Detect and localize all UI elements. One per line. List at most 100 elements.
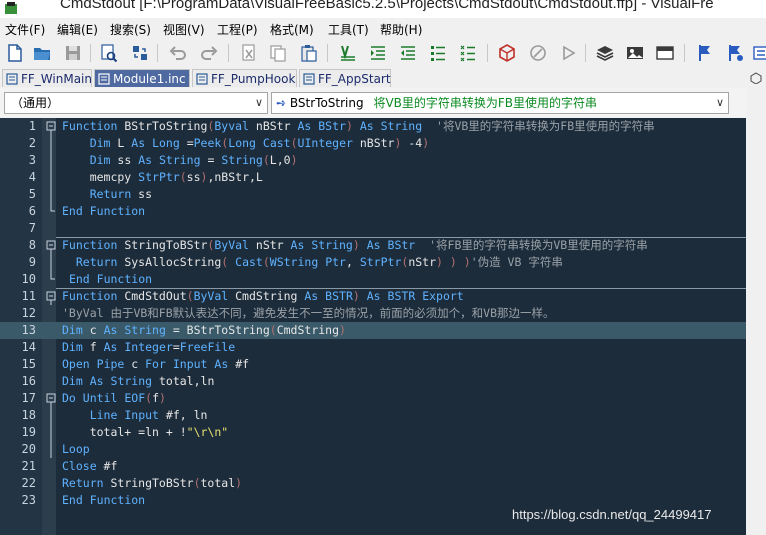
procedure-dropdown[interactable]: ➺ BStrToString 将VB里的字符串转换为FB里使用的字符串 ∨ [271, 92, 729, 114]
code-text[interactable]: Close #f [62, 458, 117, 475]
image-icon[interactable] [624, 42, 646, 64]
tab-ff-winmain[interactable]: FF_WinMain [2, 69, 92, 87]
code-text[interactable]: Dim c As String = BStrToString(CmdString… [62, 322, 346, 339]
align-icon[interactable] [337, 42, 359, 64]
menu-help[interactable]: 帮助(H) [380, 21, 422, 38]
code-line[interactable]: 13 Dim c As String = BStrToString(CmdStri… [0, 322, 746, 339]
code-text[interactable]: Dim ss As String = String(L,0) [62, 152, 298, 169]
code-text[interactable]: Return SysAllocString( Cast(WString Ptr,… [62, 254, 563, 271]
code-text[interactable]: Function CmdStdOut(ByVal CmdString As BS… [62, 288, 464, 305]
code-text[interactable]: Dim f As Integer=FreeFile [62, 339, 235, 356]
line-number: 22 [21, 476, 36, 490]
undo-icon[interactable] [167, 42, 189, 64]
code-line[interactable]: 18 Line Input #f, ln [0, 407, 746, 424]
fold-toggle-icon[interactable] [46, 118, 56, 135]
code-line[interactable]: 8 Function StringToBStr(ByVal nStr As Str… [0, 237, 746, 254]
code-line[interactable]: 15 Open Pipe c For Input As #f [0, 356, 746, 373]
code-line[interactable]: 10 End Function [0, 271, 746, 288]
line-number: 17 [21, 391, 36, 405]
menu-tools[interactable]: 工具(T) [328, 21, 369, 38]
line-number: 4 [28, 170, 36, 184]
chevron-down-icon[interactable]: ∨ [255, 93, 263, 113]
indent-icon[interactable] [367, 42, 389, 64]
object-dropdown[interactable]: （通用） ∨ [4, 92, 268, 114]
code-text[interactable]: Return StringToBStr(total) [62, 475, 242, 492]
code-line[interactable]: 2 Dim L As Long =Peek(Long Cast(UInteger… [0, 135, 746, 152]
code-line[interactable]: 1 Function BStrToString(Byval nBStr As BS… [0, 118, 746, 135]
code-text[interactable]: total+ =ln + !"\r\n" [62, 424, 228, 441]
code-editor[interactable]: 1 Function BStrToString(Byval nBStr As BS… [0, 118, 746, 535]
find-icon[interactable] [98, 42, 120, 64]
code-text[interactable]: Dim As String total,ln [62, 373, 214, 390]
code-line[interactable]: 3 Dim ss As String = String(L,0) [0, 152, 746, 169]
layers-icon[interactable] [594, 42, 616, 64]
list-icon[interactable] [427, 42, 449, 64]
code-text[interactable]: End Function [62, 203, 145, 220]
code-text[interactable]: End Function [62, 492, 145, 509]
code-line[interactable]: 11 Function CmdStdOut(ByVal CmdString As … [0, 288, 746, 305]
code-line[interactable]: 17 Do Until EOF(f) [0, 390, 746, 407]
code-text[interactable]: Return ss [62, 186, 152, 203]
code-line[interactable]: 14 Dim f As Integer=FreeFile [0, 339, 746, 356]
code-text[interactable]: Do Until EOF(f) [62, 390, 166, 407]
code-text[interactable]: 'ByVal 由于VB和FB默认表达不同，避免发生不一至的情况，前面的必须加个，… [62, 305, 555, 322]
open-folder-icon[interactable] [31, 42, 53, 64]
new-file-icon[interactable] [4, 42, 26, 64]
code-text[interactable]: memcpy StrPtr(ss),nBStr,L [62, 169, 263, 186]
menu-view[interactable]: 视图(V) [163, 21, 205, 38]
fold-guide [46, 186, 56, 203]
tab-ff-appstart[interactable]: FF_AppStart [299, 69, 391, 87]
code-line[interactable]: 6 End Function [0, 203, 746, 220]
outdent-icon[interactable] [397, 42, 419, 64]
chevron-down-icon[interactable]: ∨ [716, 93, 724, 113]
fold-guide [46, 254, 56, 271]
menu-format[interactable]: 格式(M) [270, 21, 314, 38]
redo-icon[interactable] [198, 42, 220, 64]
fold-guide [46, 169, 56, 186]
code-line[interactable]: 20 Loop [0, 441, 746, 458]
cube-icon[interactable] [496, 42, 518, 64]
code-text[interactable]: Open Pipe c For Input As #f [62, 356, 249, 373]
code-text[interactable]: Loop [62, 441, 90, 458]
code-line[interactable]: 12 'ByVal 由于VB和FB默认表达不同，避免发生不一至的情况，前面的必须加… [0, 305, 746, 322]
list-numbered-icon[interactable] [457, 42, 479, 64]
settings-icon[interactable] [750, 42, 766, 64]
fold-toggle-icon[interactable] [46, 390, 56, 407]
code-text[interactable]: Line Input #f, ln [62, 407, 208, 424]
tab-ff-pumphook[interactable]: FF_PumpHook [192, 69, 297, 87]
code-line[interactable]: 16 Dim As String total,ln [0, 373, 746, 390]
menu-edit[interactable]: 编辑(E) [57, 21, 98, 38]
fold-toggle-icon[interactable] [46, 237, 56, 254]
code-text[interactable]: Function StringToBStr(ByVal nStr As Stri… [62, 237, 648, 254]
module-icon [6, 73, 18, 85]
run-icon[interactable] [557, 42, 579, 64]
flag-run-icon[interactable] [724, 42, 746, 64]
file-tabs: FF_WinMain Module1.inc FF_PumpHook FF_Ap… [0, 68, 766, 88]
code-line[interactable]: 5 Return ss [0, 186, 746, 203]
side-panel-edge [746, 68, 766, 535]
table-icon[interactable] [654, 42, 676, 64]
line-number: 2 [28, 136, 36, 150]
code-text[interactable]: End Function [62, 271, 152, 288]
copy-icon[interactable] [267, 42, 289, 64]
code-line[interactable]: 21 Close #f [0, 458, 746, 475]
replace-icon[interactable] [129, 42, 151, 64]
code-line[interactable]: 4 memcpy StrPtr(ss),nBStr,L [0, 169, 746, 186]
code-line[interactable]: 9 Return SysAllocString( Cast(WString Pt… [0, 254, 746, 271]
flag-icon[interactable] [694, 42, 716, 64]
fold-toggle-icon[interactable] [46, 288, 56, 305]
paste-icon[interactable] [298, 42, 320, 64]
code-line[interactable]: 7 [0, 220, 746, 237]
code-text[interactable]: Function BStrToString(Byval nBStr As BSt… [62, 118, 655, 135]
code-text[interactable]: Dim L As Long =Peek(Long Cast(UInteger n… [62, 135, 429, 152]
cut-icon[interactable] [238, 42, 260, 64]
tab-module1[interactable]: Module1.inc [94, 69, 190, 87]
code-line[interactable]: 22 Return StringToBStr(total) [0, 475, 746, 492]
save-icon[interactable] [62, 42, 84, 64]
code-line[interactable]: 19 total+ =ln + !"\r\n" [0, 424, 746, 441]
menu-file[interactable]: 文件(F) [5, 21, 45, 38]
menu-project[interactable]: 工程(P) [217, 21, 258, 38]
line-number: 16 [21, 374, 36, 388]
stop-icon[interactable] [527, 42, 549, 64]
menu-search[interactable]: 搜索(S) [110, 21, 151, 38]
